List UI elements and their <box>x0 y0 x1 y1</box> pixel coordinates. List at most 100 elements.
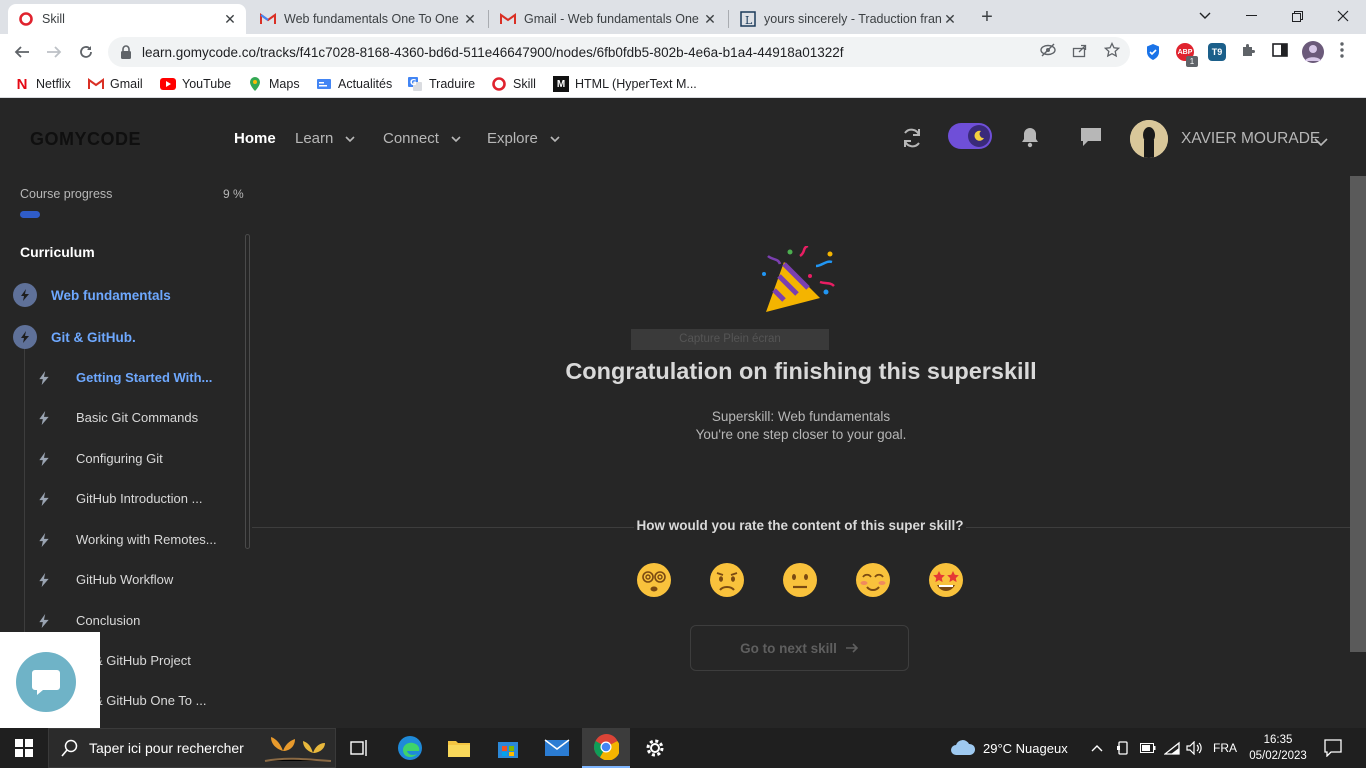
device-icon[interactable] <box>1116 728 1130 768</box>
butterflies-icon <box>264 737 332 762</box>
search-placeholder: Taper ici pour rechercher <box>89 740 244 756</box>
volume-icon[interactable] <box>1186 728 1204 768</box>
new-tab-icon[interactable]: + <box>976 6 998 28</box>
sidebar-scrollbar[interactable] <box>245 234 250 549</box>
file-explorer-icon[interactable] <box>435 728 483 768</box>
lesson-item[interactable]: Conclusion <box>38 613 140 628</box>
lesson-item[interactable]: Getting Started With... <box>38 370 212 385</box>
tab-traduction[interactable]: L yours sincerely - Traduction franç ✕ <box>730 4 966 34</box>
lesson-label: GitHub Workflow <box>76 572 174 587</box>
user-name[interactable]: XAVIER MOURADE <box>1181 130 1320 148</box>
microsoft-store-icon[interactable] <box>484 728 532 768</box>
back-icon[interactable] <box>10 40 34 64</box>
lesson-item[interactable]: Working with Remotes... <box>38 532 217 547</box>
eye-off-icon[interactable] <box>1040 42 1056 58</box>
nav-explore[interactable]: Explore <box>487 130 560 147</box>
tab-close-icon[interactable]: ✕ <box>942 11 958 28</box>
smiling-face-icon[interactable] <box>855 562 891 598</box>
forward-icon[interactable] <box>42 40 66 64</box>
task-view-icon[interactable] <box>336 728 384 768</box>
lightning-icon <box>39 572 49 587</box>
tab-close-icon[interactable]: ✕ <box>222 11 238 28</box>
dark-mode-toggle[interactable] <box>948 123 992 149</box>
tab-close-icon[interactable]: ✕ <box>462 11 478 28</box>
notifications-icon[interactable] <box>1324 728 1342 768</box>
bookmark-youtube[interactable]: YouTube <box>160 75 231 93</box>
tab-close-icon[interactable]: ✕ <box>702 11 718 28</box>
reload-icon[interactable] <box>74 40 98 64</box>
bookmark-netflix[interactable]: N Netflix <box>14 75 71 93</box>
lock-icon[interactable] <box>120 45 132 59</box>
lightning-icon <box>39 410 49 425</box>
shield-extension-icon[interactable] <box>1144 43 1162 61</box>
tab-search-icon[interactable] <box>1182 0 1228 32</box>
bookmark-gmail[interactable]: Gmail <box>88 75 143 93</box>
chrome-taskbar-icon[interactable] <box>582 728 630 768</box>
windows-start-icon[interactable] <box>0 728 48 768</box>
lesson-item[interactable]: & GitHub One To ... <box>94 693 206 708</box>
settings-gear-icon[interactable] <box>631 728 679 768</box>
bookmark-actualites[interactable]: Actualités <box>316 75 392 93</box>
mail-icon[interactable] <box>533 728 581 768</box>
lesson-item[interactable]: Basic Git Commands <box>38 410 198 425</box>
battery-icon[interactable] <box>1140 728 1156 768</box>
nav-learn[interactable]: Learn <box>295 130 355 147</box>
chat-widget-button[interactable] <box>16 652 76 712</box>
section-web-fundamentals[interactable]: Web fundamentals <box>13 283 171 307</box>
neutral-face-icon[interactable] <box>782 562 818 598</box>
curriculum-title: Curriculum <box>20 244 95 260</box>
close-window-icon[interactable] <box>1320 0 1366 32</box>
lesson-item[interactable]: & GitHub Project <box>94 653 191 668</box>
star-struck-face-icon[interactable] <box>928 562 964 598</box>
nav-connect[interactable]: Connect <box>383 130 461 147</box>
tab-title: yours sincerely - Traduction franç <box>764 12 942 26</box>
page-scrollbar-thumb[interactable] <box>1350 176 1366 652</box>
wifi-icon[interactable] <box>1164 728 1180 768</box>
bookmark-star-icon[interactable] <box>1104 42 1120 58</box>
worried-face-icon[interactable] <box>709 562 745 598</box>
notification-bell-icon[interactable] <box>1020 126 1040 150</box>
tab-skill[interactable]: Skill ✕ <box>8 4 246 34</box>
refresh-icon[interactable] <box>900 126 924 150</box>
browser-tab-strip: Skill ✕ Web fundamentals One To One is ✕… <box>0 0 1366 34</box>
nav-learn-label: Learn <box>295 130 334 147</box>
dizzy-face-icon[interactable] <box>636 562 672 598</box>
restore-icon[interactable] <box>1274 0 1320 32</box>
user-avatar[interactable] <box>1130 120 1168 158</box>
lesson-item[interactable]: GitHub Introduction ... <box>38 491 202 506</box>
clock[interactable]: 16:35 05/02/2023 <box>1248 732 1308 764</box>
chevron-down-icon[interactable] <box>1314 134 1328 148</box>
tab-title: Web fundamentals One To One is <box>284 12 462 26</box>
taskbar-search-box[interactable]: Taper ici pour rechercher <box>48 728 336 768</box>
share-icon[interactable] <box>1072 42 1088 58</box>
weather-cloud-icon[interactable] <box>950 738 976 758</box>
page-scrollbar[interactable] <box>1350 176 1366 728</box>
congratulation-heading: Congratulation on finishing this supersk… <box>565 358 1037 384</box>
main-content: Capture Plein écran Congratulation on fi… <box>252 178 1350 728</box>
go-to-next-skill-button[interactable]: Go to next skill <box>690 625 909 671</box>
t9-extension-icon[interactable]: T9 <box>1208 43 1226 61</box>
language-indicator[interactable]: FRA <box>1213 728 1237 768</box>
side-panel-icon[interactable] <box>1272 42 1288 58</box>
nav-home[interactable]: Home <box>234 130 276 147</box>
puzzle-extensions-icon[interactable] <box>1240 42 1256 58</box>
gomycode-logo[interactable]: GOMYCODE <box>30 129 141 150</box>
search-icon <box>61 739 78 757</box>
profile-avatar[interactable] <box>1302 41 1324 63</box>
minimize-icon[interactable] <box>1228 0 1274 32</box>
weather-text[interactable]: 29°C Nuageux <box>983 728 1068 768</box>
bookmark-skill[interactable]: Skill <box>491 75 536 93</box>
bookmark-html[interactable]: M HTML (HyperText M... <box>553 75 697 93</box>
tab-gmail-2[interactable]: Gmail - Web fundamentals One T ✕ <box>490 4 726 34</box>
tab-gmail-1[interactable]: Web fundamentals One To One is ✕ <box>250 4 486 34</box>
section-git-github[interactable]: Git & GitHub. <box>13 325 136 349</box>
lesson-item[interactable]: GitHub Workflow <box>38 572 173 587</box>
bookmark-maps[interactable]: Maps <box>247 75 300 93</box>
chat-icon[interactable] <box>1080 127 1102 149</box>
chevron-up-icon[interactable] <box>1091 728 1103 768</box>
bookmark-traduire[interactable]: G Traduire <box>407 75 475 93</box>
edge-icon[interactable] <box>386 728 434 768</box>
lesson-item[interactable]: Configuring Git <box>38 451 163 466</box>
chrome-menu-icon[interactable] <box>1334 42 1350 58</box>
address-bar[interactable]: learn.gomycode.co/tracks/f41c7028-8168-4… <box>108 37 1130 67</box>
